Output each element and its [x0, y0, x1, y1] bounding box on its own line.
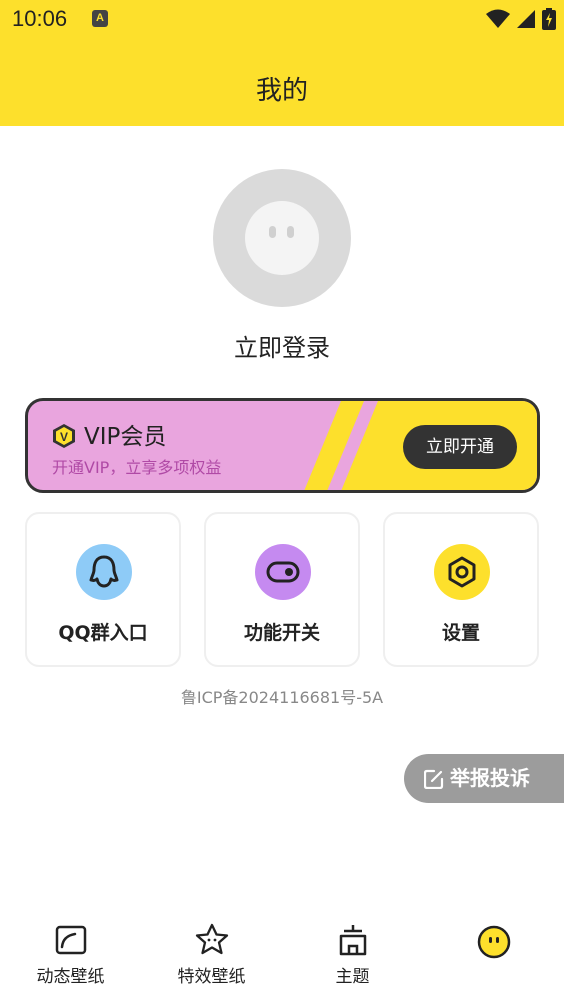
smiley-face-icon	[477, 925, 511, 959]
report-label: 举报投诉	[450, 766, 530, 790]
notification-icon: A	[92, 10, 108, 27]
vip-card[interactable]: V VIP会员 开通VIP，立享多项权益 立即开通	[25, 398, 540, 493]
tab-effect-wallpaper[interactable]: 特效壁纸	[141, 910, 282, 1004]
page-title: 我的	[255, 76, 308, 106]
tab-mine[interactable]	[423, 910, 564, 1004]
report-button[interactable]: 举报投诉	[404, 754, 564, 803]
tab-theme[interactable]: 主题	[282, 910, 423, 1004]
bottom-tab-bar: 动态壁纸 特效壁纸 主题	[0, 910, 564, 1004]
header: 10:06 A 我的	[0, 0, 564, 126]
tile-label: 功能开关	[243, 622, 320, 644]
tile-label: 设置	[441, 622, 480, 644]
status-indicators	[486, 8, 556, 30]
tab-label: 主题	[335, 967, 370, 987]
tab-label: 特效壁纸	[177, 967, 246, 987]
icp-record[interactable]: 鲁ICP备2024116681号-5A	[0, 684, 564, 708]
vip-activate-button[interactable]: 立即开通	[403, 425, 517, 469]
wifi-icon	[486, 9, 510, 28]
qq-penguin-icon	[76, 544, 132, 600]
tab-label: 动态壁纸	[36, 967, 105, 987]
vip-badge-letter: V	[60, 430, 68, 444]
vip-subtitle: 开通VIP，立享多项权益	[52, 458, 222, 477]
gear-hexagon-icon	[434, 544, 490, 600]
tile-label: QQ群入口	[58, 622, 148, 644]
status-bar: 10:06 A	[0, 0, 564, 40]
vip-badge-icon: V	[53, 424, 75, 448]
wallpaper-icon	[55, 925, 87, 955]
login-link[interactable]: 立即登录	[0, 328, 564, 363]
tile-settings[interactable]: 设置	[383, 512, 539, 667]
status-time: 10:06	[12, 6, 68, 31]
tile-qq-group[interactable]: QQ群入口	[25, 512, 181, 667]
toggle-icon	[255, 544, 311, 600]
edit-icon	[424, 769, 444, 789]
avatar-eye-left	[269, 226, 276, 238]
tile-feature-toggle[interactable]: 功能开关	[204, 512, 360, 667]
tab-dynamic-wallpaper[interactable]: 动态壁纸	[0, 910, 141, 1004]
avatar-eye-right	[287, 226, 294, 238]
avatar-placeholder-icon	[245, 201, 319, 275]
theme-house-icon	[339, 925, 367, 956]
avatar[interactable]	[213, 169, 351, 307]
cell-signal-icon	[517, 10, 535, 28]
battery-icon	[542, 8, 556, 30]
vip-title: VIP会员	[84, 424, 167, 450]
star-face-icon	[195, 923, 229, 955]
